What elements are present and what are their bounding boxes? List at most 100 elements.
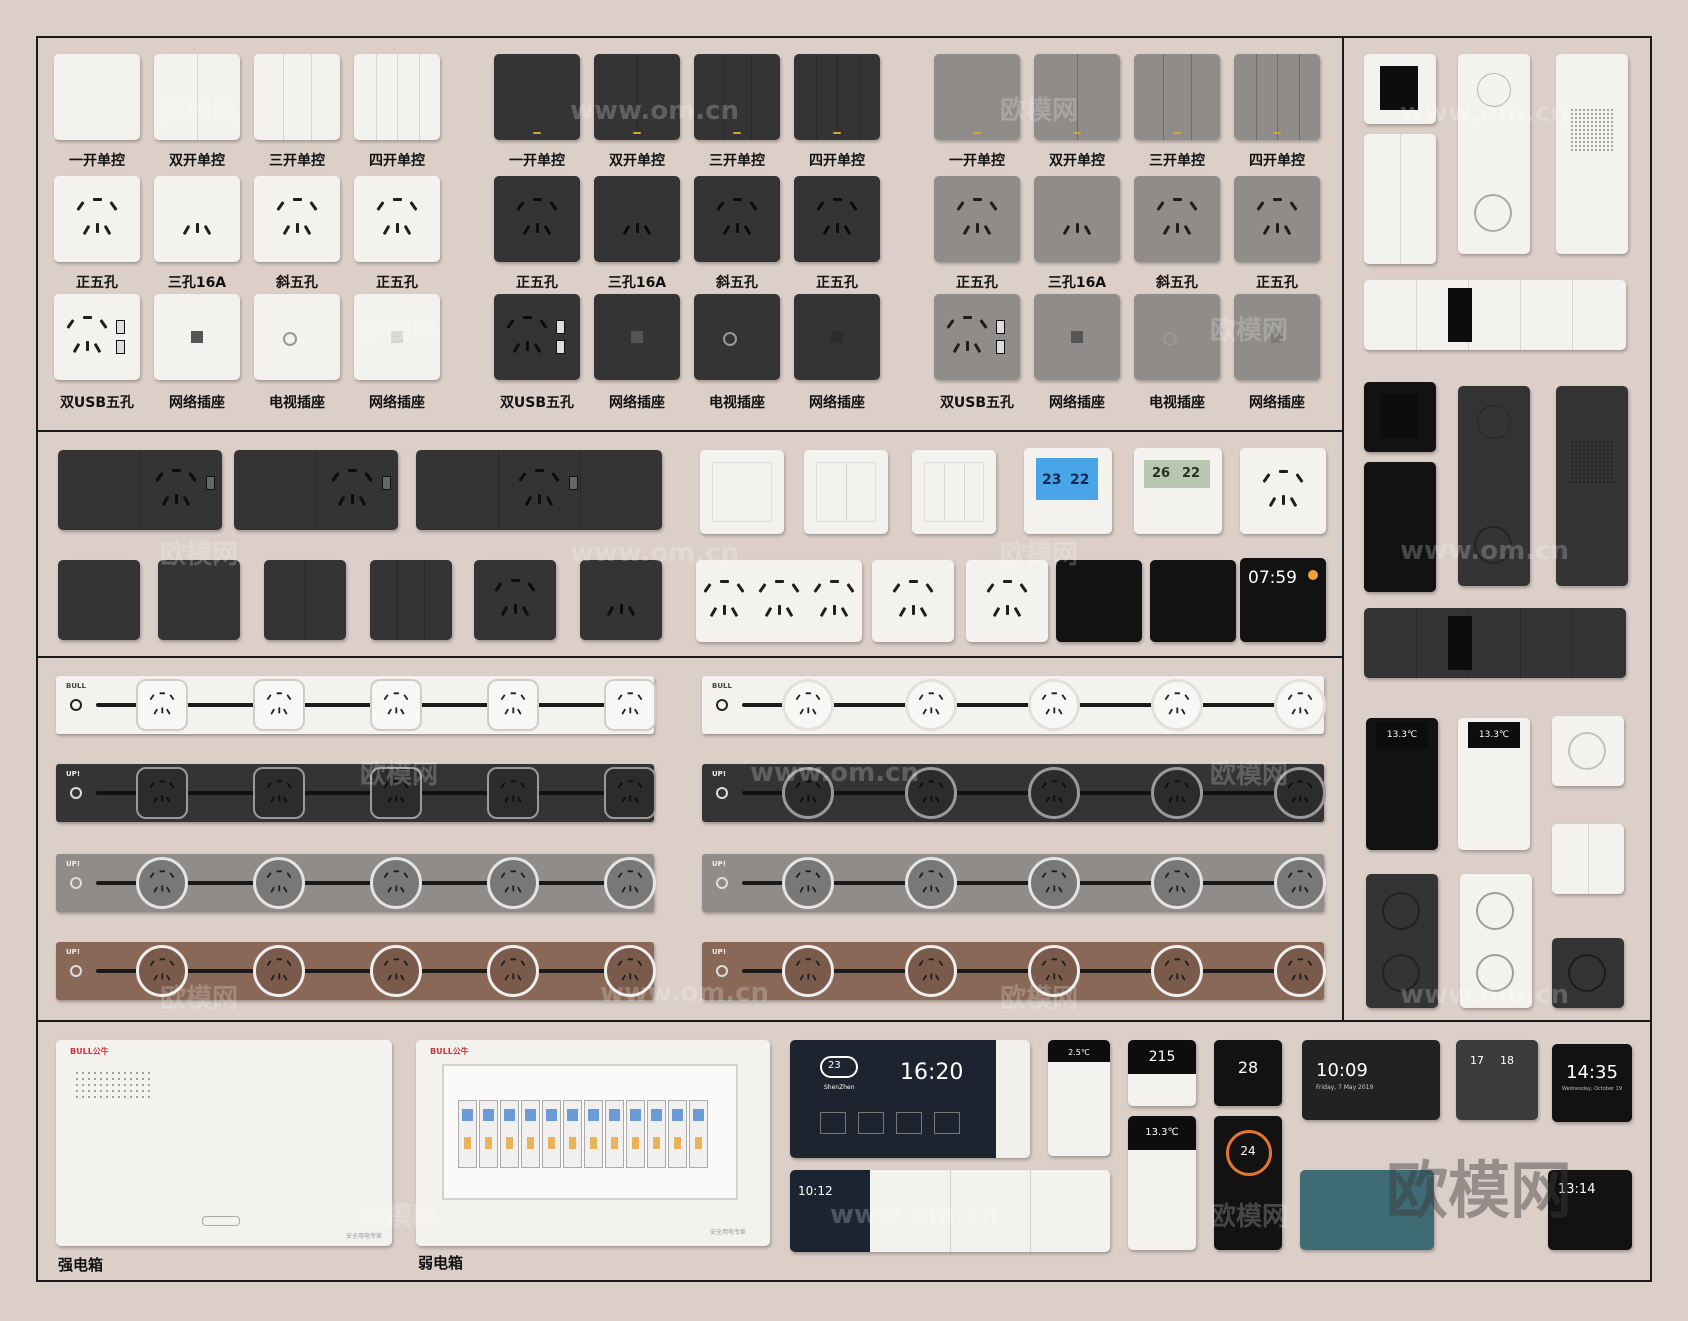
power-button-icon[interactable] [70,965,82,977]
socket-panel[interactable] [154,176,240,262]
special-socket-panel[interactable] [254,294,340,380]
speaker-keypad-column[interactable] [1556,54,1628,254]
smart-screen-main[interactable]: 23 ShenZhen 16:20 [790,1040,1030,1158]
socket-adapter[interactable] [370,945,422,997]
dark-module[interactable] [580,560,662,640]
power-button-icon[interactable] [716,787,728,799]
socket-adapter[interactable] [136,857,188,909]
socket-adapter[interactable] [1151,945,1203,997]
glass-touch-switch[interactable] [1056,560,1142,642]
socket-adapter[interactable] [604,857,656,909]
socket-adapter[interactable] [253,857,305,909]
socket-panel[interactable] [694,176,780,262]
socket-adapter[interactable] [487,857,539,909]
scene-key-panel[interactable]: 2.5℃ [1048,1040,1110,1156]
breaker[interactable] [605,1100,624,1168]
socket-adapter[interactable] [370,857,422,909]
socket-adapter[interactable] [604,679,656,731]
breaker[interactable] [500,1100,519,1168]
socket-panel[interactable] [54,176,140,262]
dark-module[interactable] [158,560,240,640]
socket-panel[interactable] [794,176,880,262]
breaker[interactable] [584,1100,603,1168]
special-socket-panel[interactable] [494,294,580,380]
display-keypad-column[interactable]: 13.3℃ [1366,718,1438,850]
smart-light-tile[interactable] [820,1112,846,1134]
display-switch[interactable] [1364,382,1436,452]
socket-adapter[interactable] [782,679,834,731]
combo-panel[interactable] [58,450,222,530]
socket-adapter[interactable] [782,945,834,997]
switch-panel[interactable] [794,54,880,140]
socket-adapter[interactable] [253,945,305,997]
dark-module[interactable] [370,560,452,640]
glass-scene-switch[interactable] [1150,560,1236,642]
socket-panel[interactable] [494,176,580,262]
socket-adapter[interactable] [1274,945,1326,997]
socket-adapter[interactable] [1028,857,1080,909]
breaker[interactable] [458,1100,477,1168]
switch-panel[interactable] [1234,54,1320,140]
socket-panel[interactable] [254,176,340,262]
special-socket-panel[interactable] [54,294,140,380]
framed-switch[interactable] [912,450,996,534]
socket-adapter[interactable] [1151,767,1203,819]
socket-adapter[interactable] [487,767,539,819]
socket-panel[interactable] [594,176,680,262]
track-strip[interactable]: UP! [56,942,656,1000]
track-strip[interactable]: BULL [56,676,656,734]
triple-socket-panel[interactable] [696,560,862,642]
thermostat-keypad[interactable]: 13.3℃ [1128,1116,1196,1250]
socket-adapter[interactable] [905,945,957,997]
smart-fan-tile[interactable] [858,1112,884,1134]
socket-adapter[interactable] [905,857,957,909]
breaker[interactable] [647,1100,666,1168]
socket-adapter[interactable] [1274,679,1326,731]
socket-panel[interactable] [1134,176,1220,262]
framed-switch[interactable] [700,450,784,534]
combo-panel[interactable] [416,450,662,530]
socket-adapter[interactable] [253,679,305,731]
special-socket-panel[interactable] [154,294,240,380]
special-socket-panel[interactable] [1134,294,1220,380]
socket-adapter[interactable] [253,767,305,819]
socket-adapter[interactable] [370,679,422,731]
switch-panel[interactable] [254,54,340,140]
air-screen[interactable]: 28 [1214,1040,1282,1106]
special-socket-panel[interactable] [794,294,880,380]
switch-panel[interactable] [494,54,580,140]
socket-adapter[interactable] [136,679,188,731]
display-keypad-column[interactable]: 13.3℃ [1458,718,1530,850]
power-button-icon[interactable] [70,787,82,799]
smart-display-panel[interactable]: 07:59 [1240,558,1326,642]
single-rocker-switch[interactable] [1552,824,1624,894]
track-strip[interactable]: BULL [702,676,1326,734]
socket-adapter[interactable] [604,767,656,819]
dimmer-knob[interactable] [1478,406,1510,438]
power-button-icon[interactable] [70,877,82,889]
socket-panel[interactable] [1034,176,1120,262]
smart-curtain-tile[interactable] [934,1112,960,1134]
power-button-icon[interactable] [716,877,728,889]
breaker[interactable] [563,1100,582,1168]
clock-screen[interactable]: 14:35 Wednesday, October 19 [1552,1044,1632,1122]
breaker[interactable] [521,1100,540,1168]
socket-adapter[interactable] [136,767,188,819]
breaker[interactable] [542,1100,561,1168]
special-socket-panel[interactable] [934,294,1020,380]
socket-adapter[interactable] [1028,767,1080,819]
schuko-socket-single[interactable] [1552,716,1624,786]
socket-adapter[interactable] [1151,679,1203,731]
power-button-icon[interactable] [716,699,728,711]
breaker[interactable] [689,1100,708,1168]
special-socket-panel[interactable] [1034,294,1120,380]
track-strip[interactable]: UP! [56,854,656,912]
socket-panel[interactable] [934,176,1020,262]
framed-switch[interactable] [804,450,888,534]
thermostat-panel[interactable]: 23 22 [1024,448,1112,534]
socket-adapter[interactable] [782,857,834,909]
socket-panel[interactable] [1234,176,1320,262]
dual-readout-panel[interactable]: 17 18 [1456,1040,1538,1120]
switch-panel[interactable] [354,54,440,140]
socket-panel[interactable] [1240,448,1326,534]
